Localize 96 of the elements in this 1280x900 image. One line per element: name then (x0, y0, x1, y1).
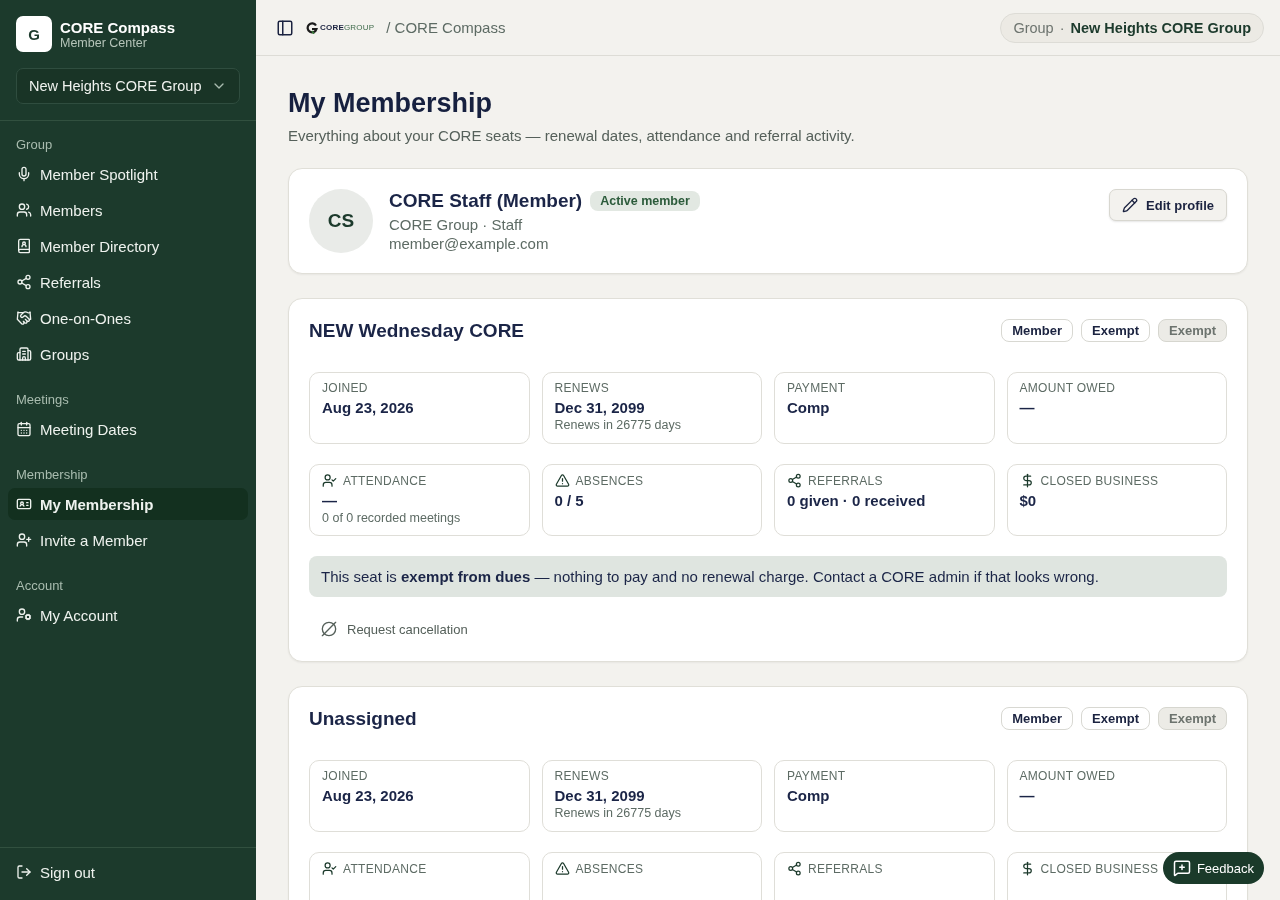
message-plus-icon (1172, 859, 1191, 877)
brand-logo: G (16, 16, 52, 52)
sidebar-toggle-icon[interactable] (276, 18, 294, 37)
pencil-icon (1122, 197, 1139, 213)
share-icon (787, 473, 802, 488)
stat-label: CLOSED BUSINESS (1040, 473, 1159, 488)
stat-label: JOINED (322, 381, 368, 395)
seat-badge: Exempt (1081, 319, 1151, 342)
id-card-icon (16, 496, 32, 512)
share-icon (787, 861, 802, 876)
stat-value: — (1019, 787, 1036, 804)
breadcrumb: / CORE Compass (386, 19, 506, 36)
group-select[interactable]: New Heights CORE Group (16, 68, 240, 104)
avatar: CS (309, 189, 373, 253)
warning-icon (554, 861, 570, 876)
seat-title: NEW Wednesday CORE (309, 319, 525, 342)
stat-value: Aug 23, 2026 (322, 399, 415, 416)
nav-item[interactable]: Referrals (8, 266, 248, 298)
user-check-icon (322, 473, 337, 488)
stat-label: ATTENDANCE (343, 861, 427, 876)
stat-label: ABSENCES (575, 861, 644, 876)
status-badge: Active member (590, 191, 700, 211)
user-check-icon (322, 861, 337, 876)
nav-item[interactable]: Groups (8, 338, 248, 370)
contact-book-icon (16, 238, 32, 254)
users-icon (16, 202, 32, 218)
muted-badge: Exempt (1158, 319, 1227, 342)
calendar-icon (16, 421, 32, 437)
page-subtitle: Everything about your CORE seats — renewal dates, attendance and referral activity. (288, 127, 856, 144)
warning-icon (554, 473, 570, 488)
stat-label: REFERRALS (808, 473, 883, 488)
stat-label: ATTENDANCE (343, 473, 427, 488)
building-icon (16, 346, 32, 362)
chip-value: New Heights CORE Group (1070, 19, 1251, 36)
profile-email: member@example.com (389, 235, 550, 252)
request-cancellation-link[interactable]: Request cancellation (321, 621, 468, 637)
stat-label: REFERRALS (808, 861, 883, 876)
handshake-icon (16, 310, 32, 326)
microphone-icon (16, 166, 32, 182)
seat-title: Unassigned (309, 707, 417, 730)
stat-value: — (1019, 399, 1036, 416)
user-plus-icon (16, 532, 32, 548)
nav-item[interactable]: Invite a Member (8, 524, 248, 556)
stat-label: RENEWS (554, 381, 609, 395)
stat-label: AMOUNT OWED (1019, 769, 1116, 783)
user-cog-icon (16, 607, 32, 623)
nav-item[interactable]: My Account (8, 599, 248, 631)
stat-note: Renews in 26775 days (554, 806, 682, 820)
stat-value: — (322, 492, 338, 509)
logo-mark-icon (306, 21, 318, 34)
stat-value: Aug 23, 2026 (322, 787, 415, 804)
stat-label: AMOUNT OWED (1019, 381, 1116, 395)
stat-label: PAYMENT (787, 381, 846, 395)
logout-icon (16, 864, 32, 880)
brand-name: CORE Compass (60, 18, 176, 36)
brand-subtitle: Member Center (60, 35, 147, 50)
stat-label: ABSENCES (575, 473, 644, 488)
chip-label: Group (1013, 19, 1054, 36)
section-title: Meetings (15, 391, 70, 409)
stat-value: Comp (787, 399, 831, 416)
stat-label: PAYMENT (787, 769, 846, 783)
seat-badge: Exempt (1081, 707, 1151, 730)
nav-item[interactable]: Meeting Dates (8, 413, 248, 445)
stat-value: 0 / 5 (554, 492, 585, 509)
page-title: My Membership (288, 88, 494, 119)
stat-value: Dec 31, 2099 (554, 399, 646, 416)
share-icon (16, 274, 32, 290)
stat-value: 0 given · 0 received (787, 492, 927, 509)
nav-item[interactable]: Member Directory (8, 230, 248, 262)
nav-item[interactable]: My Membership (8, 488, 248, 520)
feedback-button[interactable]: Feedback (1162, 852, 1264, 884)
section-title: Group (15, 136, 54, 154)
section-title: Account (15, 577, 64, 595)
slash-circle-icon (321, 621, 337, 637)
muted-badge: Exempt (1158, 707, 1227, 730)
seat-badge: Member (1001, 707, 1074, 730)
stat-label: CLOSED BUSINESS (1040, 861, 1159, 876)
stat-value: Comp (787, 787, 831, 804)
exempt-notice: This seat is exempt from dues — nothing to pay and no renewal charge. Contact a CORE admin if that looks wrong. (309, 556, 1227, 597)
profile-name: CORE Staff (Member) (389, 190, 583, 212)
edit-profile-button[interactable]: Edit profile (1109, 189, 1227, 221)
section-title: Membership (15, 466, 89, 484)
header-logo: COREGROUP (306, 21, 375, 34)
stat-note: Renews in 26775 days (554, 418, 682, 432)
seat-badge: Member (1001, 319, 1074, 342)
stat-value: $0 (1019, 492, 1038, 509)
profile-org: CORE Group · Staff (389, 216, 524, 233)
stat-value: Dec 31, 2099 (554, 787, 646, 804)
chip-separator: · (1059, 19, 1065, 36)
nav-item[interactable]: Members (8, 194, 248, 226)
sign-out-link[interactable]: Sign out (8, 856, 248, 888)
nav-item[interactable]: Member Spotlight (8, 158, 248, 190)
stat-label: JOINED (322, 769, 368, 783)
stat-label: RENEWS (554, 769, 609, 783)
stat-note: 0 of 0 recorded meetings (322, 511, 462, 525)
nav-item[interactable]: One-on-Ones (8, 302, 248, 334)
